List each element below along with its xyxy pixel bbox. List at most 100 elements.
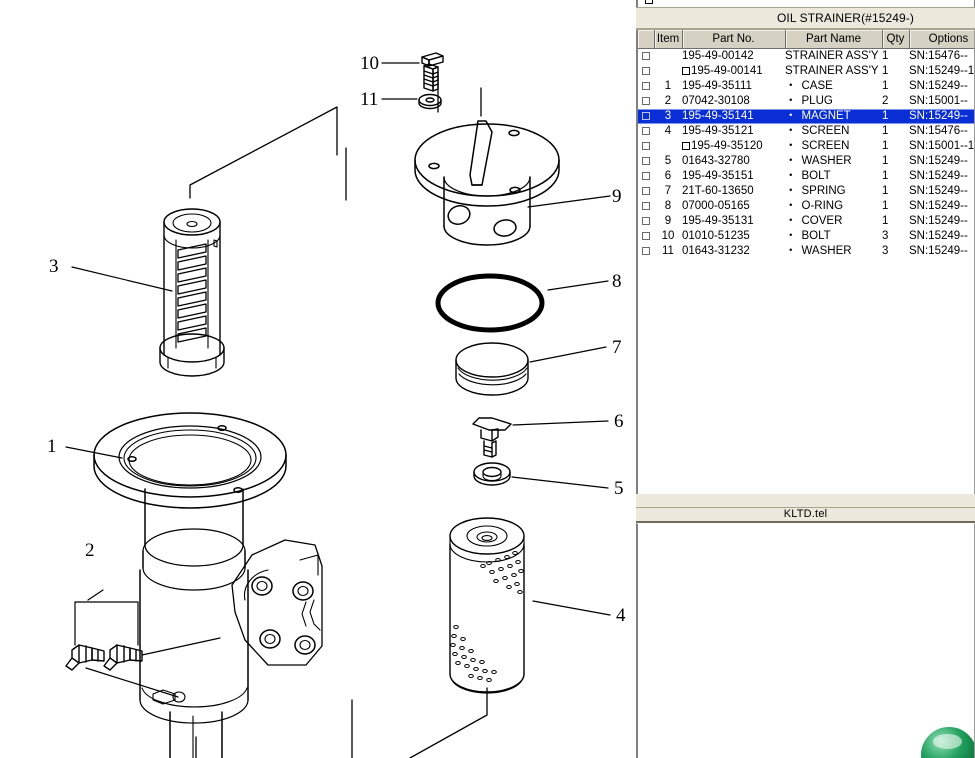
cell-options: SN:15249-- (909, 230, 968, 242)
row-checkbox-cell[interactable] (638, 79, 654, 94)
checkbox-icon[interactable] (642, 156, 650, 165)
column-header-part-name[interactable]: Part Name (785, 30, 883, 49)
indent-dot-icon: ・ (785, 140, 797, 152)
callout-number-7: 7 (612, 337, 622, 358)
column-header-part-no[interactable]: Part No. (682, 30, 786, 49)
checkbox-icon[interactable] (642, 186, 650, 195)
cell-options: SN:15249--1547 (909, 65, 975, 77)
cell-part-no: 195-49-00141 (682, 64, 785, 79)
row-checkbox-cell[interactable] (638, 139, 654, 154)
callout-number-4: 4 (616, 605, 626, 626)
row-checkbox-cell[interactable] (638, 109, 654, 124)
indent-dot-icon: ・ (785, 230, 797, 242)
indent-dot-icon: ・ (785, 80, 797, 92)
cell-part-no: 07000-05165 (682, 200, 750, 212)
callout-number-1: 1 (47, 436, 57, 457)
table-row[interactable]: 2 07042-30108 ・ PLUG 2 SN:15001-- (638, 94, 974, 109)
checkbox-icon[interactable] (642, 201, 650, 210)
callout-number-6: 6 (614, 411, 624, 432)
table-row[interactable]: 3 195-49-35141 ・ MAGNET 1 SN:15249-- (638, 109, 974, 124)
table-row[interactable]: 195-49-00142 STRAINER ASS'Y 1 SN:15476-- (638, 49, 974, 65)
checkbox-icon[interactable] (642, 171, 650, 180)
cell-part-no: 195-49-35120 (682, 139, 785, 154)
cell-part-name: ・ SCREEN (785, 140, 850, 152)
table-row[interactable]: 10 01010-51235 ・ BOLT 3 SN:15249-- (638, 229, 974, 244)
cell-part-name: STRAINER ASS'Y (785, 65, 879, 77)
parts-table-body[interactable]: 195-49-00142 STRAINER ASS'Y 1 SN:15476-- 195… (638, 49, 975, 260)
checkbox-icon[interactable] (642, 246, 650, 255)
table-row[interactable]: 8 07000-05165 ・ O-RING 1 SN:15249-- (638, 199, 974, 214)
cell-qty: 1 (882, 155, 889, 167)
indent-dot-icon: ・ (785, 170, 797, 182)
checkbox-icon[interactable] (642, 216, 650, 225)
group-title-bar: OIL STRAINER(#15249-) (636, 7, 975, 30)
column-header-qty[interactable]: Qty (882, 30, 910, 49)
cell-item: 6 (664, 170, 672, 182)
cell-qty: 3 (882, 245, 889, 257)
column-header-options[interactable]: Options (909, 30, 974, 49)
exploded-parts-diagram[interactable]: 1 2 3 4 5 6 7 8 9 10 11 (0, 0, 636, 758)
cell-qty: 1 (882, 65, 889, 77)
cell-options: SN:15249-- (909, 245, 968, 257)
checkbox-icon[interactable] (642, 141, 650, 150)
cell-item (654, 64, 682, 79)
table-row[interactable]: 5 01643-32780 ・ WASHER 1 SN:15249-- (638, 154, 974, 169)
row-checkbox-cell[interactable] (638, 169, 654, 184)
indent-dot-icon: ・ (785, 200, 797, 212)
checkbox-icon[interactable] (642, 126, 650, 135)
cell-part-no: 07042-30108 (682, 95, 750, 107)
row-checkbox-cell[interactable] (638, 199, 654, 214)
table-row[interactable]: 11 01643-31232 ・ WASHER 3 SN:15249-- (638, 244, 974, 259)
parts-table-head: Item Part No. Part Name Qty Options (638, 30, 974, 49)
indent-dot-icon: ・ (785, 155, 797, 167)
table-row[interactable]: 4 195-49-35121 ・ SCREEN 1 SN:15476-- (638, 124, 974, 139)
cell-options: SN:15249-- (909, 155, 968, 167)
column-header-checkbox[interactable] (638, 30, 655, 49)
table-row[interactable]: 7 21T-60-13650 ・ SPRING 1 SN:15249-- (638, 184, 974, 199)
cell-part-name: ・ SCREEN (785, 125, 850, 137)
cell-part-name: ・ O-RING (785, 200, 844, 212)
row-checkbox-cell[interactable] (638, 214, 654, 229)
checkbox-icon[interactable] (642, 81, 650, 90)
cell-qty: 1 (882, 200, 889, 212)
row-checkbox-cell[interactable] (638, 244, 654, 259)
checkbox-icon[interactable] (642, 111, 650, 120)
table-row[interactable]: 9 195-49-35131 ・ COVER 1 SN:15249-- (638, 214, 974, 229)
checkbox-icon[interactable] (642, 51, 650, 60)
parts-table[interactable]: Item Part No. Part Name Qty Options 195-… (638, 30, 975, 260)
detail-panel[interactable] (636, 522, 975, 758)
indent-dot-icon: ・ (785, 110, 797, 122)
checkbox-icon[interactable] (642, 231, 650, 240)
callout-number-8: 8 (612, 271, 622, 292)
row-checkbox[interactable] (645, 0, 653, 4)
column-header-item[interactable]: Item (654, 30, 683, 49)
application-window: 1 2 3 4 5 6 7 8 9 10 11 OIL STRAINER(#15… (0, 0, 975, 758)
status-bar-label: KLTD.tel (783, 508, 828, 520)
table-row[interactable]: 6 195-49-35151 ・ BOLT 1 SN:15249-- (638, 169, 974, 184)
row-checkbox-cell[interactable] (638, 64, 654, 79)
row-checkbox-cell[interactable] (638, 49, 654, 65)
cell-part-name: ・ BOLT (785, 170, 831, 182)
checkbox-icon[interactable] (642, 66, 650, 75)
row-checkbox-cell[interactable] (638, 94, 654, 109)
table-row[interactable]: 195-49-35120・SCREEN 1 SN:15001--1547 (638, 139, 974, 154)
cell-qty: 1 (882, 215, 889, 227)
parts-table-container[interactable]: Item Part No. Part Name Qty Options 195-… (636, 30, 975, 494)
indent-dot-icon: ・ (785, 245, 797, 257)
table-row[interactable]: 195-49-00141STRAINER ASS'Y1 SN:15249--154… (638, 64, 975, 79)
list-empty-area[interactable] (638, 259, 974, 494)
cell-options: SN:15476-- (909, 50, 968, 62)
cell-options: SN:15476-- (909, 125, 968, 137)
table-row[interactable]: 1 195-49-35111 ・ CASE 1 SN:15249-- (638, 79, 974, 94)
cell-item: 10 (661, 230, 675, 242)
row-checkbox-cell[interactable] (638, 184, 654, 199)
checkbox-icon[interactable] (642, 96, 650, 105)
cell-options: SN:15249-- (909, 200, 968, 212)
cell-part-name: ・ CASE (785, 80, 833, 92)
cell-part-no: 01643-32780 (682, 155, 750, 167)
row-checkbox-cell[interactable] (638, 124, 654, 139)
partial-row-above[interactable] (636, 0, 975, 7)
parts-diagram-pane[interactable]: 1 2 3 4 5 6 7 8 9 10 11 (0, 0, 636, 758)
row-checkbox-cell[interactable] (638, 154, 654, 169)
row-checkbox-cell[interactable] (638, 229, 654, 244)
